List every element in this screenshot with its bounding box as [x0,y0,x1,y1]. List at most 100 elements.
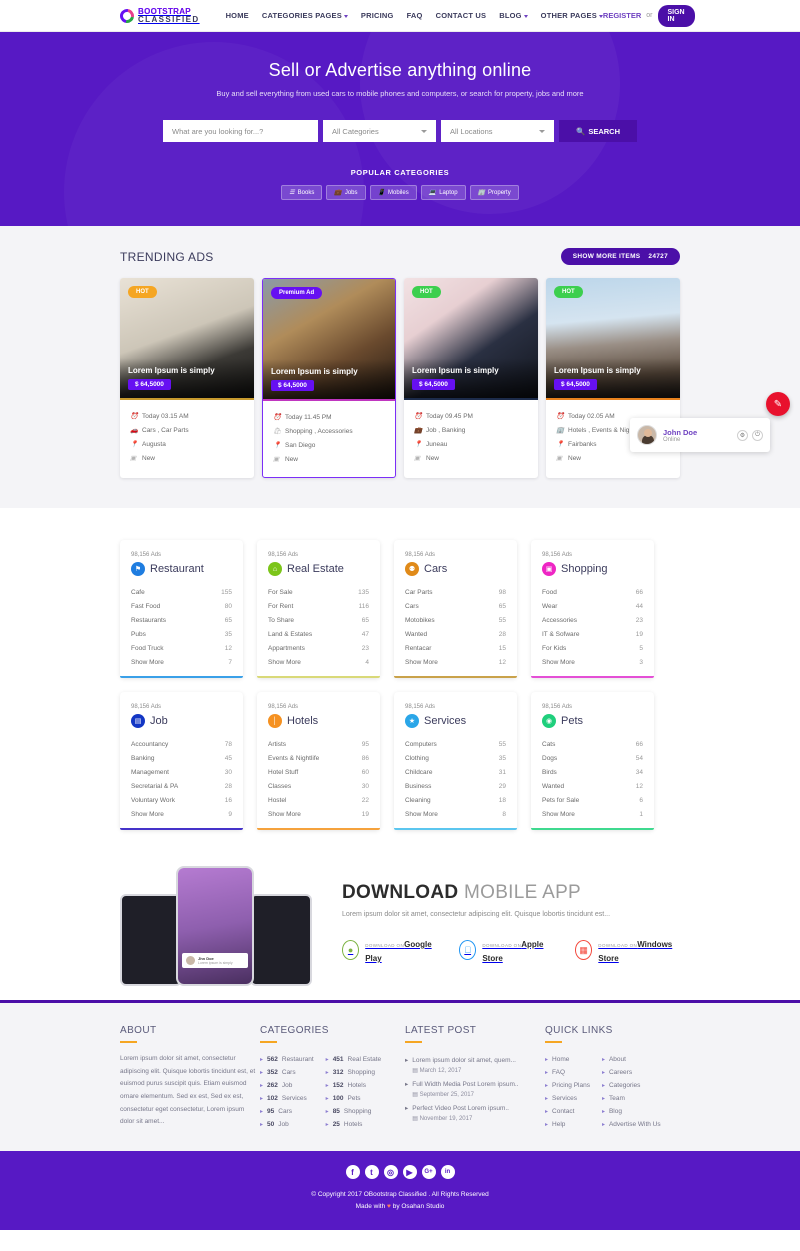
list-item[interactable]: ▸ Full Width Media Post Lorem ipsum.. ▤ Se… [405,1077,545,1101]
list-item[interactable]: ▸ Team [602,1092,661,1105]
list-item[interactable]: Cats 66 [542,737,643,751]
nav-item-blog[interactable]: BLOG [499,11,528,20]
list-item[interactable]: ▸ Services [545,1092,590,1105]
list-item[interactable]: Banking 45 [131,751,232,765]
list-item[interactable]: Birds 34 [542,765,643,779]
search-button[interactable]: 🔍 SEARCH [559,120,637,142]
list-item[interactable]: Show More 9 [131,807,232,821]
list-item[interactable]: Cafe 155 [131,585,232,599]
list-item[interactable]: IT & Sofware 19 [542,627,643,641]
site-logo[interactable]: BOOTSTRAP CLASSIFIED [117,5,200,26]
list-item[interactable]: Cleaning 18 [405,793,506,807]
category-card-shopping[interactable]: 98,156 Ads ▣ Shopping Food 66 Wear 44 Accessori… [531,540,654,678]
ad-card[interactable]: HOT Lorem Ipsum is simply $ 64,5000 ⏰ Tod… [404,278,538,478]
nav-item-contact-us[interactable]: CONTACT US [436,11,487,20]
youtube-icon[interactable]: ▶ [402,1165,417,1179]
list-item[interactable]: Dogs 54 [542,751,643,765]
list-item[interactable]: Appartments 23 [268,641,369,655]
list-item[interactable]: Pubs 35 [131,627,232,641]
list-item[interactable]: Artists 95 [268,737,369,751]
list-item[interactable]: ▸ Pricing Plans [545,1079,590,1092]
list-item[interactable]: Computers 55 [405,737,506,751]
category-card-restaurant[interactable]: 98,156 Ads ⚑ Restaurant Cafe 155 Fast Food 80 R… [120,540,243,678]
list-item[interactable]: Cars 65 [405,599,506,613]
pill-mobiles[interactable]: 📱 Mobiles [369,185,417,200]
category-card-pets[interactable]: 98,156 Ads ◉ Pets Cats 66 Dogs 54 Birds 34 Wanted… [531,692,654,830]
list-item[interactable]: ▸ Perfect Video Post Lorem ipsum.. ▤ Novem… [405,1101,545,1125]
list-item[interactable]: To Share 65 [268,613,369,627]
list-item[interactable]: ▸ 102 Services [260,1092,314,1105]
list-item[interactable]: ▸ 25 Hotels [326,1118,381,1131]
list-item[interactable]: Business 29 [405,779,506,793]
list-item[interactable]: ▸ 50 Job [260,1118,314,1131]
dribbble-icon[interactable]: ◎ [383,1165,398,1179]
list-item[interactable]: For Kids 5 [542,641,643,655]
nav-item-categories-pages[interactable]: CATEGORIES PAGES [262,11,348,20]
list-item[interactable]: ▸ Careers [602,1066,661,1079]
category-select[interactable]: All Categories [323,120,436,142]
list-item[interactable]: ▸ 152 Hotels [326,1079,381,1092]
gear-icon[interactable]: ⚙ [737,429,748,441]
ad-card[interactable]: HOT Lorem Ipsum is simply $ 64,5000 ⏰ Tod… [120,278,254,478]
windows-store-button[interactable]: ▦ DOWNLOAD ONWindows Store [575,936,680,964]
category-card-real-estate[interactable]: 98,156 Ads ⌂ Real Estate For Sale 135 For Ren… [257,540,380,678]
ad-card[interactable]: Premium Ad Lorem Ipsum is simply $ 64,50… [262,278,396,478]
list-item[interactable]: Accessories 23 [542,613,643,627]
list-item[interactable]: ▸ Contact [545,1105,590,1118]
power-icon[interactable]: ⏻ [752,429,763,441]
list-item[interactable]: Wear 44 [542,599,643,613]
list-item[interactable]: Childcare 31 [405,765,506,779]
list-item[interactable]: Accountancy 78 [131,737,232,751]
list-item[interactable]: ▸ Categories [602,1079,661,1092]
list-item[interactable]: ▸ 262 Job [260,1079,314,1092]
list-item[interactable]: Show More 1 [542,807,643,821]
show-more-items-button[interactable]: SHOW MORE ITEMS 24727 [560,248,680,265]
nav-item-faq[interactable]: FAQ [407,11,423,20]
list-item[interactable]: Hostel 22 [268,793,369,807]
list-item[interactable]: Show More 12 [405,655,506,669]
list-item[interactable]: Land & Estates 47 [268,627,369,641]
list-item[interactable]: Management 30 [131,765,232,779]
list-item[interactable]: Show More 7 [131,655,232,669]
search-input[interactable]: What are you looking for...? [163,120,318,142]
nav-item-pricing[interactable]: PRICING [361,11,394,20]
list-item[interactable]: For Rent 116 [268,599,369,613]
category-card-services[interactable]: 98,156 Ads ★ Services Computers 55 Clothing 35… [394,692,517,830]
list-item[interactable]: For Sale 135 [268,585,369,599]
pill-property[interactable]: 🏢 Property [469,185,519,200]
list-item[interactable]: ▸ Home [545,1053,590,1066]
list-item[interactable]: ▸ Advertise With Us [602,1118,661,1131]
list-item[interactable]: Hotel Stuff 60 [268,765,369,779]
list-item[interactable]: ▸ 100 Pets [326,1092,381,1105]
linkedin-icon[interactable]: in [440,1165,455,1179]
list-item[interactable]: Food Truck 12 [131,641,232,655]
list-item[interactable]: ▸ 95 Cars [260,1105,314,1118]
location-select[interactable]: All Locations [441,120,554,142]
pill-laptop[interactable]: 💻 Laptop [420,185,466,200]
list-item[interactable]: ▸ 352 Cars [260,1066,314,1079]
sign-in-button[interactable]: SIGN IN [657,4,695,27]
list-item[interactable]: Rentacar 15 [405,641,506,655]
list-item[interactable]: Secretarial & PA 28 [131,779,232,793]
list-item[interactable]: Restaurants 65 [131,613,232,627]
list-item[interactable]: Fast Food 80 [131,599,232,613]
list-item[interactable]: Wanted 12 [542,779,643,793]
apple-store-button[interactable]:  DOWNLOAD ONApple Store [459,936,553,964]
list-item[interactable]: Clothing 35 [405,751,506,765]
category-card-cars[interactable]: 98,156 Ads ⚉ Cars Car Parts 98 Cars 65 Motobike… [394,540,517,678]
list-item[interactable]: Car Parts 98 [405,585,506,599]
chat-widget[interactable]: John Doe Online ⚙ ⏻ [630,418,770,452]
list-item[interactable]: Show More 4 [268,655,369,669]
google-play-button[interactable]: ● DOWNLOAD ONGoogle Play [342,936,437,964]
list-item[interactable]: ▸ FAQ [545,1066,590,1079]
list-item[interactable]: ▸ 451 Real Estate [326,1053,381,1066]
list-item[interactable]: Show More 3 [542,655,643,669]
nav-item-other-pages[interactable]: OTHER PAGES [541,11,603,20]
list-item[interactable]: Classes 30 [268,779,369,793]
list-item[interactable]: ▸ About [602,1053,661,1066]
list-item[interactable]: Food 66 [542,585,643,599]
list-item[interactable]: Wanted 28 [405,627,506,641]
list-item[interactable]: ▸ Lorem ipsum dolor sit amet, quem... ▤ Ma… [405,1053,545,1077]
list-item[interactable]: ▸ Help [545,1118,590,1131]
compose-fab-button[interactable]: ✎ [766,392,790,416]
